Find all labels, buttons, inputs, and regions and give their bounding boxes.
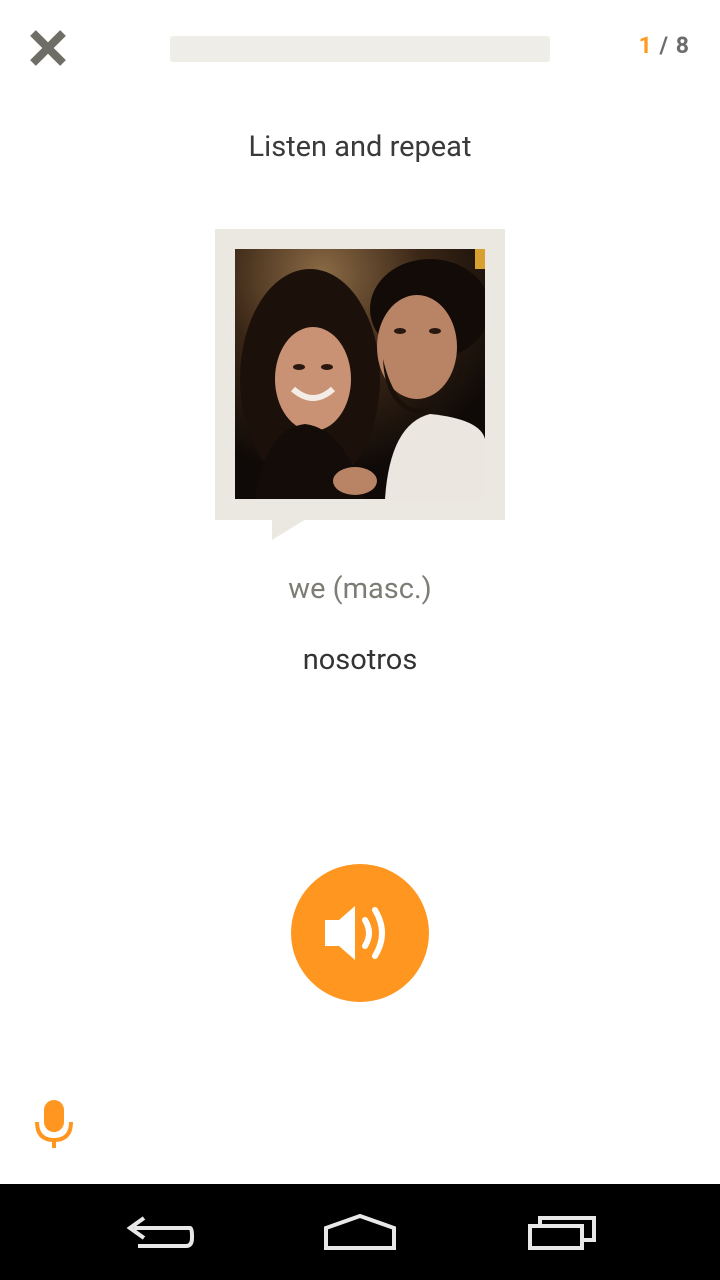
- question-counter: 1 / 8: [639, 32, 690, 59]
- microphone-button[interactable]: [34, 1098, 74, 1150]
- translation-text: we (masc.): [288, 572, 432, 606]
- speaker-icon: [325, 906, 385, 960]
- close-icon: [30, 30, 66, 66]
- counter-total: 8: [675, 32, 690, 59]
- counter-current: 1: [638, 32, 653, 59]
- recent-apps-icon: [528, 1216, 596, 1250]
- back-button[interactable]: [100, 1194, 220, 1270]
- home-button[interactable]: [300, 1194, 420, 1270]
- system-navigation-bar: [0, 1184, 720, 1280]
- play-audio-button[interactable]: [291, 864, 429, 1002]
- lesson-progress-bar: [170, 36, 550, 62]
- back-icon: [126, 1216, 194, 1248]
- recent-apps-button[interactable]: [500, 1194, 620, 1270]
- instruction-title: Listen and repeat: [248, 130, 472, 164]
- target-word: nosotros: [302, 643, 418, 677]
- microphone-icon: [35, 1100, 73, 1148]
- speech-bubble-tail: [272, 519, 306, 540]
- counter-separator: /: [652, 32, 676, 59]
- lesson-photo: [235, 249, 485, 499]
- close-button[interactable]: [26, 26, 70, 70]
- home-icon: [324, 1213, 396, 1250]
